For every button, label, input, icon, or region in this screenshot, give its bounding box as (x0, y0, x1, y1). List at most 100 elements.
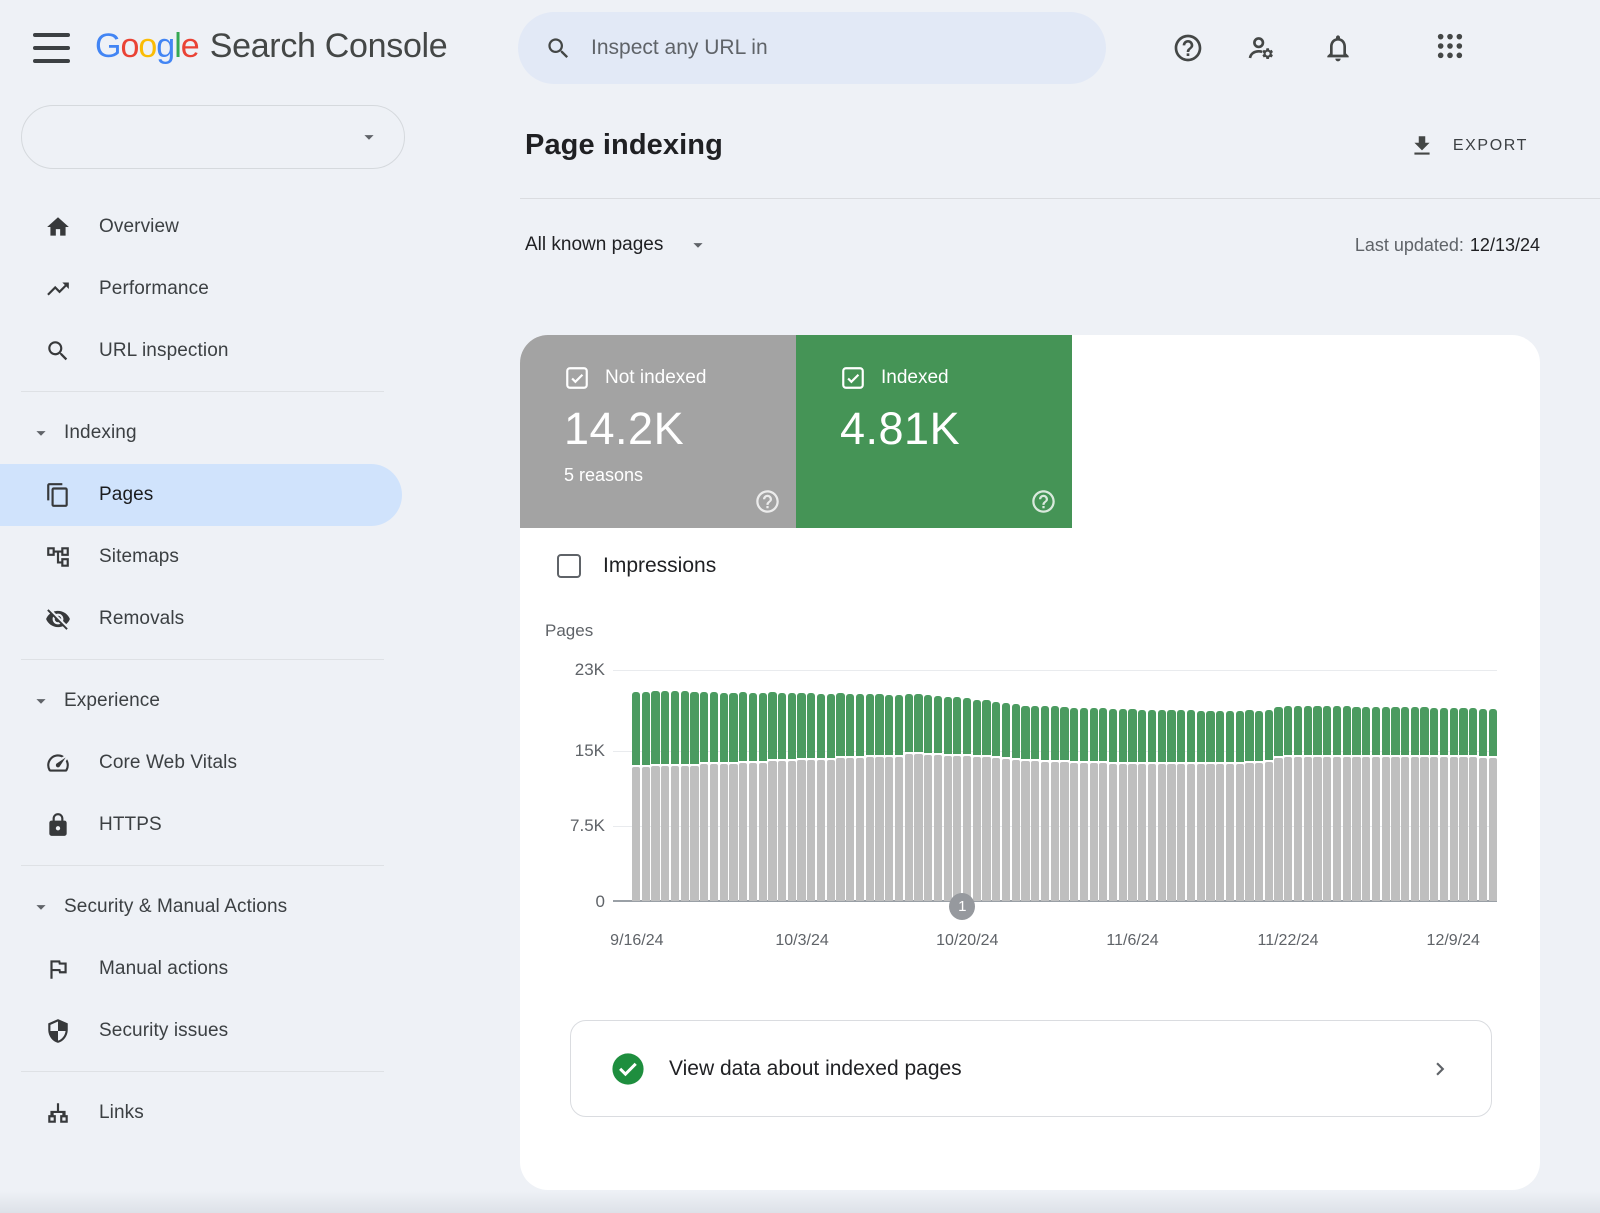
chart-bar (982, 670, 990, 901)
app-name-label: Search Console (210, 27, 448, 66)
sidebar-item-security-issues[interactable]: Security issues (0, 1000, 420, 1062)
user-settings-icon[interactable] (1246, 32, 1278, 64)
view-indexed-data-link[interactable]: View data about indexed pages (570, 1020, 1492, 1117)
check-circle-icon (611, 1052, 645, 1086)
page-indexing-card: Not indexed 14.2K 5 reasons Indexed 4.81… (520, 335, 1540, 1190)
chart-bar (778, 670, 786, 901)
chart-bar (739, 670, 747, 901)
help-icon[interactable] (1030, 488, 1057, 515)
chart-bar (1352, 670, 1360, 901)
google-logo-letter: o (120, 27, 138, 65)
chart-bar (749, 670, 757, 901)
chart-annotation-marker[interactable]: 1 (949, 893, 975, 920)
chart-y-tick: 0 (596, 892, 605, 912)
sidebar-item-removals[interactable]: Removals (0, 588, 420, 650)
chart-bar (1226, 670, 1234, 901)
summary-cards-row: Not indexed 14.2K 5 reasons Indexed 4.81… (520, 335, 1540, 528)
chart-bar (1343, 670, 1351, 901)
chart-bar (846, 670, 854, 901)
sidebar-section-experience[interactable]: Experience (0, 670, 420, 732)
indexed-count: 4.81K (840, 403, 1072, 455)
chart-bar (1002, 670, 1010, 901)
chart-bar (1080, 670, 1088, 901)
chart-bar (836, 670, 844, 901)
export-button[interactable]: EXPORT (1409, 133, 1528, 159)
chart-bar (1197, 670, 1205, 901)
sidebar-item-url-inspection[interactable]: URL inspection (0, 320, 420, 382)
chart-bar (992, 670, 1000, 901)
chart-bar (1489, 670, 1497, 901)
help-icon[interactable] (1172, 32, 1204, 64)
chart-bar (1401, 670, 1409, 901)
chart-bar (924, 670, 932, 901)
chart-bar (1216, 670, 1224, 901)
search-input[interactable] (591, 36, 1071, 60)
hamburger-menu-icon[interactable] (33, 33, 70, 63)
chart-bar (720, 670, 728, 901)
chart-bar (1012, 670, 1020, 901)
main-content: Page indexing EXPORT All known pages Las… (520, 96, 1600, 335)
not-indexed-count: 14.2K (564, 403, 796, 455)
chart-bar (827, 670, 835, 901)
chart-bar (700, 670, 708, 901)
google-logo-letter: o (138, 27, 156, 65)
chart-bar (1070, 670, 1078, 901)
indexing-trend-chart: Pages 23K15K7.5K09/16/2410/3/2410/20/241… (613, 670, 1497, 902)
chart-bar (1119, 670, 1127, 901)
sidebar-divider (21, 391, 384, 392)
chart-bar (1274, 670, 1282, 901)
chevron-down-icon (358, 126, 380, 148)
sidebar-item-https[interactable]: HTTPS (0, 794, 420, 856)
chart-x-tick: 12/9/24 (1427, 932, 1480, 950)
chart-bar (1158, 670, 1166, 901)
help-icon[interactable] (754, 488, 781, 515)
chart-bar (671, 670, 679, 901)
top-app-bar: Google Search Console (0, 0, 1600, 96)
chart-bar (1021, 670, 1029, 901)
chart-bar (788, 670, 796, 901)
chart-bar (1138, 670, 1146, 901)
chart-bar (1313, 670, 1321, 901)
unchecked-checkbox-icon[interactable] (557, 554, 581, 578)
chart-bar (1333, 670, 1341, 901)
chart-bar (1109, 670, 1117, 901)
chart-bar (797, 670, 805, 901)
sidebar-item-pages[interactable]: Pages (0, 464, 402, 526)
sidebar-item-manual-actions[interactable]: Manual actions (0, 938, 420, 1000)
sidebar-section-security-manual-actions[interactable]: Security & Manual Actions (0, 876, 420, 938)
chart-bar (651, 670, 659, 901)
sidebar-item-core-web-vitals[interactable]: Core Web Vitals (0, 732, 420, 794)
chart-y-tick: 23K (575, 660, 605, 680)
download-icon (1409, 133, 1435, 159)
apps-grid-icon[interactable] (1434, 30, 1466, 62)
sidebar-item-sitemaps[interactable]: Sitemaps (0, 526, 420, 588)
chart-bar (632, 670, 640, 901)
not-indexed-card[interactable]: Not indexed 14.2K 5 reasons (520, 335, 796, 528)
scope-filter-dropdown[interactable]: All known pages (525, 234, 709, 256)
chart-bar (1255, 670, 1263, 901)
property-selector-dropdown[interactable] (21, 105, 405, 169)
chart-bar (1060, 670, 1068, 901)
indexed-card[interactable]: Indexed 4.81K (796, 335, 1072, 528)
chart-bar (885, 670, 893, 901)
sidebar-section-indexing[interactable]: Indexing (0, 402, 420, 464)
chart-bar (1304, 670, 1312, 901)
chart-bar (1051, 670, 1059, 901)
sidebar-item-performance[interactable]: Performance (0, 258, 420, 320)
chart-y-tick: 15K (575, 741, 605, 761)
page-title: Page indexing (525, 129, 723, 162)
impressions-toggle[interactable]: Impressions (557, 554, 716, 578)
chart-bar (1177, 670, 1185, 901)
chart-bar (1236, 670, 1244, 901)
url-inspect-search-bar[interactable] (518, 12, 1106, 84)
chart-bar (973, 670, 981, 901)
chart-bar (905, 670, 913, 901)
sidebar-item-overview[interactable]: Overview (0, 196, 420, 258)
chart-bar (817, 670, 825, 901)
chart-bar (1090, 670, 1098, 901)
chart-bar (729, 670, 737, 901)
sidebar-item-links[interactable]: Links (0, 1082, 420, 1144)
notifications-bell-icon[interactable] (1322, 32, 1354, 64)
chart-bar (914, 670, 922, 901)
chart-bar (1128, 670, 1136, 901)
